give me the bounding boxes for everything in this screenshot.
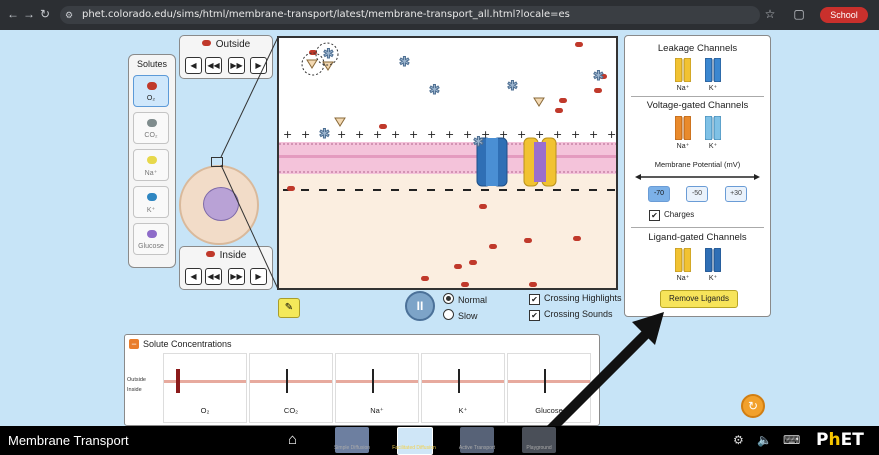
screen-label: Active Transport [458, 445, 496, 451]
phet-logo[interactable]: PhET [816, 430, 864, 450]
sim-navigation-bar: Membrane Transport ⌂ Simple Diffusion Fa… [0, 426, 879, 455]
app-title: Membrane Transport [8, 433, 129, 448]
screen-label: Simple Diffusion [333, 445, 371, 451]
keyboard-icon[interactable]: ⌨ [783, 433, 800, 447]
home-icon[interactable]: ⌂ [288, 431, 297, 448]
sound-icon[interactable]: 🔈 [757, 433, 772, 447]
settings-gear-icon[interactable]: ⚙ [733, 433, 744, 447]
screen-label: Playground [526, 445, 552, 451]
screen-label: Facilitated Diffusion [392, 445, 436, 451]
phet-logo-text: ET [840, 430, 864, 450]
annotation-arrow [543, 312, 664, 437]
